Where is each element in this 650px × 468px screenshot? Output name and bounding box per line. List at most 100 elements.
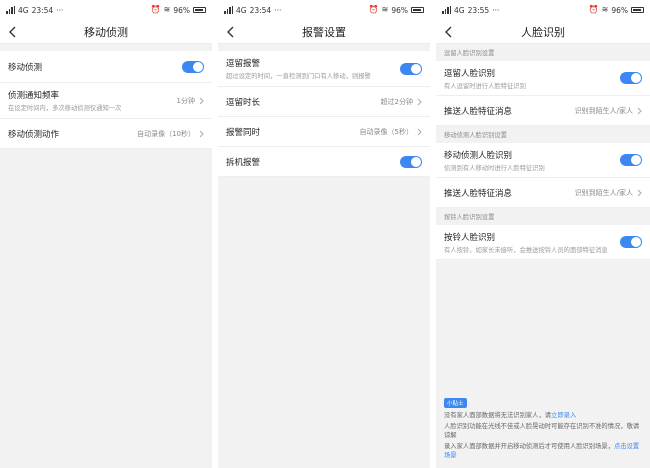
back-button[interactable]: [440, 23, 456, 41]
status-extra: ···: [492, 5, 500, 15]
section-header: 按铃人脸识别设置: [436, 208, 650, 225]
loiter-alarm-label: 逗留报警: [226, 59, 261, 69]
motion-detection-label: 移动侦测: [8, 62, 43, 73]
screen-face-recognition: 4G 23:55 ··· ⏰ ≋ 96% 人脸识别 逗留人脸识别设置 逗留人脸识…: [436, 0, 650, 468]
loiter-duration-value: 超过2分钟: [380, 97, 413, 106]
status-bar: 4G 23:55 ··· ⏰ ≋ 96%: [436, 0, 650, 20]
battery-level: 96%: [173, 5, 190, 15]
loiter-duration-row[interactable]: 逗留时长 超过2分钟: [218, 87, 430, 117]
status-bar: 4G 23:54 ··· ⏰ ≋ 96%: [0, 0, 212, 20]
motion-push-row[interactable]: 推送人脸特征消息 识别到陌生人/家人: [436, 178, 650, 208]
battery-icon: [631, 7, 644, 13]
clock: 23:54: [249, 5, 272, 15]
chevron-right-icon: [199, 130, 204, 137]
loiter-duration-label: 逗留时长: [226, 97, 261, 108]
tip-line: 录入家人面部数据并开启移动侦测后才可使用人脸识别场景，点击设置场景: [444, 442, 644, 460]
chevron-right-icon: [417, 98, 422, 105]
carrier-label: 4G: [236, 5, 247, 15]
doorbell-face-label: 按铃人脸识别: [444, 232, 496, 243]
signal-icon: [442, 6, 451, 14]
enroll-now-link[interactable]: 立即录入: [551, 412, 576, 419]
page-title: 移动侦测: [84, 25, 128, 39]
loiter-alarm-desc: 超过设定的时间，一直检测到门口有人移动，则报警: [226, 73, 371, 80]
tamper-alarm-label: 拆机报警: [226, 157, 261, 168]
tamper-alarm-toggle[interactable]: [400, 155, 422, 168]
doorbell-face-toggle[interactable]: [620, 236, 642, 248]
alarm-icon: ⏰: [588, 5, 599, 14]
chevron-right-icon: [637, 189, 642, 196]
motion-detection-row: 移动侦测: [0, 51, 212, 83]
clock: 23:54: [31, 5, 54, 15]
screen-alarm-settings: 4G 23:54 ··· ⏰ ≋ 96% 报警设置 逗留报警 超过设定的时间，一…: [218, 0, 430, 468]
wifi-icon: ≋: [381, 5, 389, 14]
motion-face-desc: 侦测到有人移动时进行人脸特征识别: [444, 164, 545, 172]
signal-icon: [224, 6, 233, 14]
notify-frequency-desc: 在设定时间内，多次移动侦测仅通知一次: [8, 105, 122, 112]
carrier-label: 4G: [18, 5, 29, 15]
motion-face-toggle[interactable]: [620, 154, 642, 166]
status-extra: ···: [56, 5, 64, 15]
wifi-icon: ≋: [601, 5, 609, 14]
loiter-face-label: 逗留人脸识别: [444, 68, 496, 79]
alarm-action-label: 报警同时: [226, 127, 261, 138]
tips-panel: 小贴士 没有家人面部数据将无法识别家人，请立即录入 人脸识别功能在光线不佳或人脸…: [444, 390, 644, 462]
notify-frequency-label: 侦测通知频率: [8, 91, 60, 101]
status-extra: ···: [274, 5, 282, 15]
loiter-face-toggle[interactable]: [620, 72, 642, 84]
nav-bar: 移动侦测: [0, 20, 212, 44]
battery-icon: [411, 7, 424, 13]
chevron-right-icon: [417, 128, 422, 135]
loiter-face-desc: 有人逗留时进行人脸特征识别: [444, 82, 526, 90]
page-title: 人脸识别: [521, 25, 565, 39]
wifi-icon: ≋: [163, 5, 171, 14]
motion-face-row: 移动侦测人脸识别 侦测到有人移动时进行人脸特征识别: [436, 143, 650, 178]
doorbell-face-desc: 有人按铃，如家长未接听，会推送按铃人员的面部特征消息: [444, 246, 608, 254]
tip-line: 没有家人面部数据将无法识别家人，请立即录入: [444, 411, 644, 420]
chevron-left-icon: [227, 26, 234, 38]
chevron-left-icon: [9, 26, 16, 38]
chevron-left-icon: [445, 26, 452, 38]
back-button[interactable]: [4, 23, 20, 41]
signal-icon: [6, 6, 15, 14]
alarm-icon: ⏰: [368, 5, 379, 14]
loiter-face-row: 逗留人脸识别 有人逗留时进行人脸特征识别: [436, 61, 650, 96]
clock: 23:55: [467, 5, 490, 15]
tamper-alarm-row: 拆机报警: [218, 147, 430, 177]
loiter-alarm-toggle[interactable]: [400, 62, 422, 75]
loiter-push-row[interactable]: 推送人脸特征消息 识别到陌生人/家人: [436, 96, 650, 126]
alarm-action-value: 自动录像（5秒）: [359, 127, 413, 136]
motion-action-label: 移动侦测动作: [8, 129, 60, 140]
motion-action-value: 自动录像（10秒）: [137, 129, 195, 138]
section-header: 移动侦测人脸识别设置: [436, 126, 650, 143]
loiter-push-label: 推送人脸特征消息: [444, 106, 513, 117]
motion-detection-toggle[interactable]: [182, 60, 204, 73]
loiter-alarm-row: 逗留报警 超过设定的时间，一直检测到门口有人移动，则报警: [218, 51, 430, 87]
motion-push-label: 推送人脸特征消息: [444, 188, 513, 199]
chevron-right-icon: [199, 97, 204, 104]
nav-bar: 报警设置: [218, 20, 430, 44]
notify-frequency-row[interactable]: 侦测通知频率 在设定时间内，多次移动侦测仅通知一次 1分钟: [0, 83, 212, 119]
tips-badge: 小贴士: [444, 398, 467, 408]
notify-frequency-value: 1分钟: [176, 96, 195, 105]
back-button[interactable]: [222, 23, 238, 41]
carrier-label: 4G: [454, 5, 465, 15]
section-header: 逗留人脸识别设置: [436, 44, 650, 61]
alarm-icon: ⏰: [150, 5, 161, 14]
tip-line: 人脸识别功能在光线不佳或人脸晃动时可能存在识别不准的情况，敬请谅解: [444, 423, 640, 439]
loiter-push-value: 识别到陌生人/家人: [574, 106, 633, 115]
motion-face-label: 移动侦测人脸识别: [444, 150, 513, 161]
chevron-right-icon: [637, 107, 642, 114]
battery-icon: [193, 7, 206, 13]
motion-action-row[interactable]: 移动侦测动作 自动录像（10秒）: [0, 119, 212, 149]
nav-bar: 人脸识别: [436, 20, 650, 44]
tip-text: 录入家人面部数据并开启移动侦测后才可使用人脸识别场景，: [444, 443, 615, 450]
battery-level: 96%: [611, 5, 628, 15]
alarm-action-row[interactable]: 报警同时 自动录像（5秒）: [218, 117, 430, 147]
status-bar: 4G 23:54 ··· ⏰ ≋ 96%: [218, 0, 430, 20]
tip-text: 没有家人面部数据将无法识别家人，请: [444, 412, 552, 419]
doorbell-face-row: 按铃人脸识别 有人按铃，如家长未接听，会推送按铃人员的面部特征消息: [436, 225, 650, 260]
battery-level: 96%: [391, 5, 408, 15]
screen-motion-detection: 4G 23:54 ··· ⏰ ≋ 96% 移动侦测 移动侦测 侦测通知频率 在设…: [0, 0, 212, 468]
page-title: 报警设置: [302, 25, 346, 39]
motion-push-value: 识别到陌生人/家人: [574, 188, 633, 197]
